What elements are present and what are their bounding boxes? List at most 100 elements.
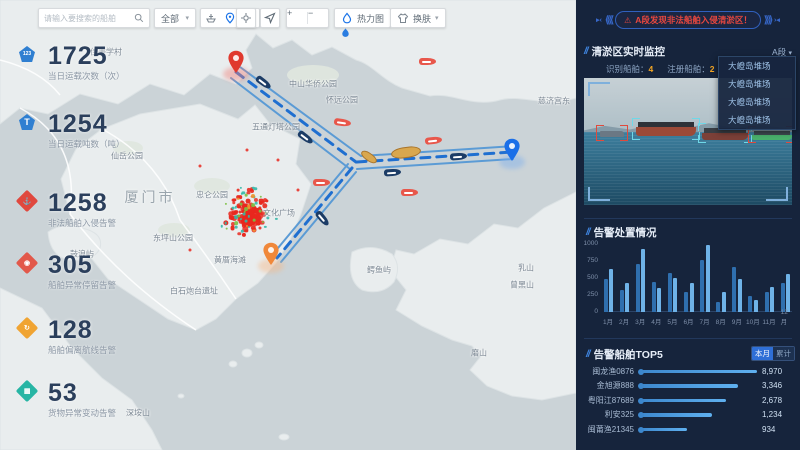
top5-bar xyxy=(639,370,757,374)
dropdown-item[interactable]: 大嶝岛堆场 xyxy=(719,57,795,75)
yard-dropdown-list: 大嶝岛堆场大嶝岛堆场大嶝岛堆场大嶝岛堆场 xyxy=(718,56,796,130)
ship-marker[interactable] xyxy=(384,168,401,176)
detection-box-cyan-1 xyxy=(632,118,700,140)
map-place-label: 五通灯塔公园 xyxy=(252,122,300,133)
top5-bar xyxy=(639,399,726,403)
x-axis-tick-label: 5月 xyxy=(667,316,677,326)
ship-band xyxy=(316,182,325,184)
heat-dot xyxy=(253,229,256,232)
top5-section-header: // 告警船舶TOP5 xyxy=(586,347,663,362)
kpi-value: 1725 xyxy=(48,42,108,71)
top5-row: 利安3251,234 xyxy=(584,408,794,423)
dropdown-item[interactable]: 大嶝岛堆场 xyxy=(719,93,795,111)
map-place-label: 白石炮台遗址 xyxy=(170,286,218,297)
period-tab-inactive[interactable]: 累计 xyxy=(773,347,794,360)
heat-dot xyxy=(224,222,227,225)
kpi-value: 1258 xyxy=(48,189,108,218)
heat-dot xyxy=(259,210,262,213)
chart-baseline xyxy=(604,311,792,312)
monitor-title: 清淤区实时监控 xyxy=(592,44,666,59)
alert-ship-marker[interactable] xyxy=(401,189,418,196)
map-place-label: 深垵山 xyxy=(126,408,150,419)
map-place-label: 忠仑公园 xyxy=(196,190,228,201)
ship-icon[interactable] xyxy=(205,12,217,24)
heat-dot xyxy=(199,165,202,168)
dropdown-item[interactable]: 大嶝岛堆场 xyxy=(719,75,795,93)
kpi-value: 128 xyxy=(48,316,93,345)
y-axis-tick-label: 250 xyxy=(587,291,598,298)
chart-bar xyxy=(657,288,661,312)
heat-dot xyxy=(237,189,240,192)
y-axis-tick-label: 0 xyxy=(594,308,598,315)
ship-band xyxy=(422,61,431,63)
chart-bar xyxy=(700,260,704,312)
ship-marker[interactable] xyxy=(450,152,467,160)
pin-icon[interactable] xyxy=(224,12,236,24)
top5-period-toggle: 本月累计 xyxy=(751,346,795,361)
x-axis-tick-label: 6月 xyxy=(683,316,693,326)
period-tab-active[interactable]: 本月 xyxy=(752,347,773,360)
search-input[interactable] xyxy=(44,14,134,23)
heat-dot xyxy=(246,149,249,152)
x-axis-tick-label: 2月 xyxy=(619,316,629,326)
marquee-left-chevrons-icon: ⟪⟪ xyxy=(605,15,612,26)
divider xyxy=(584,338,792,339)
x-axis-tick-label: 11月 xyxy=(762,316,775,326)
heat-dot xyxy=(189,249,192,252)
ship-name: 金旭源888 xyxy=(584,380,634,391)
zoom-out-button[interactable]: − xyxy=(308,8,328,28)
y-axis-tick-label: 500 xyxy=(587,274,598,281)
ship-name: 闽龙渔0876 xyxy=(584,366,634,377)
blue-pin[interactable] xyxy=(503,138,521,162)
heat-dot xyxy=(246,199,251,204)
top5-bar xyxy=(639,413,712,417)
search-icon[interactable] xyxy=(134,12,144,24)
section-slashes-icon: // xyxy=(586,227,590,238)
skin-button[interactable]: 换肤 ▾ xyxy=(390,8,446,28)
ship-band xyxy=(404,192,413,194)
orange-pin[interactable] xyxy=(262,242,280,266)
heat-dot xyxy=(251,194,255,198)
video-corner-mark xyxy=(588,82,610,96)
x-axis-tick-label: 9月 xyxy=(732,316,742,326)
heatmap-label: 热力图 xyxy=(357,12,384,25)
zoom-in-button[interactable]: + xyxy=(287,8,307,28)
alert-ship-marker[interactable] xyxy=(419,58,436,65)
chart-bar xyxy=(786,274,790,312)
heat-dot xyxy=(251,203,255,207)
x-axis-tick-label: 7月 xyxy=(700,316,710,326)
red-pin[interactable] xyxy=(227,50,245,74)
map-canvas[interactable]: 佳美学村中山华侨公园怀远公园慈济宫东五通灯塔公园仙岳公园忠仑公园文化广场东坪山公… xyxy=(0,0,576,450)
marquee-right-arrow-icon: ›◂ xyxy=(774,16,780,24)
alert-ship-marker[interactable] xyxy=(313,179,330,186)
chart-bar xyxy=(754,300,758,312)
chart-section-header: // 告警处置情况 xyxy=(586,225,657,240)
top5-value: 934 xyxy=(762,425,775,434)
kpi-label: 船舶异常停留告警 xyxy=(48,279,116,291)
monitor-section-header: // 清淤区实时监控 xyxy=(584,44,665,59)
top5-row: 粤阳江876892,678 xyxy=(584,393,794,408)
x-axis-tick-label: 4月 xyxy=(651,316,661,326)
chart-bar xyxy=(641,249,645,312)
chart-bar xyxy=(668,273,672,312)
dropdown-item[interactable]: 大嶝岛堆场 xyxy=(719,111,795,129)
filter-dropdown[interactable]: 全部 ▾ xyxy=(154,8,196,28)
detection-box-red-1 xyxy=(596,125,628,141)
heat-dot xyxy=(237,197,240,200)
shirt-icon xyxy=(397,12,409,24)
kpi-label: 非法船舶入侵告警 xyxy=(48,217,116,229)
heatmap-button[interactable]: 热力图 xyxy=(334,8,391,28)
heat-dot xyxy=(254,208,258,212)
kpi-value: 305 xyxy=(48,251,93,280)
kpi-value: 53 xyxy=(48,379,78,408)
x-axis-tick-label: 3月 xyxy=(635,316,645,326)
crosshair-button[interactable] xyxy=(236,8,256,28)
monitor-stat: 识别船舶：4 xyxy=(606,63,653,75)
locate-button[interactable] xyxy=(260,8,280,28)
chart-bar xyxy=(716,302,720,312)
top5-bar-track xyxy=(639,399,757,403)
chart-bar xyxy=(684,292,688,312)
heat-dot xyxy=(255,202,258,205)
top5-bar xyxy=(639,428,687,432)
kpi-label: 当日运载次数（次） xyxy=(48,70,125,82)
